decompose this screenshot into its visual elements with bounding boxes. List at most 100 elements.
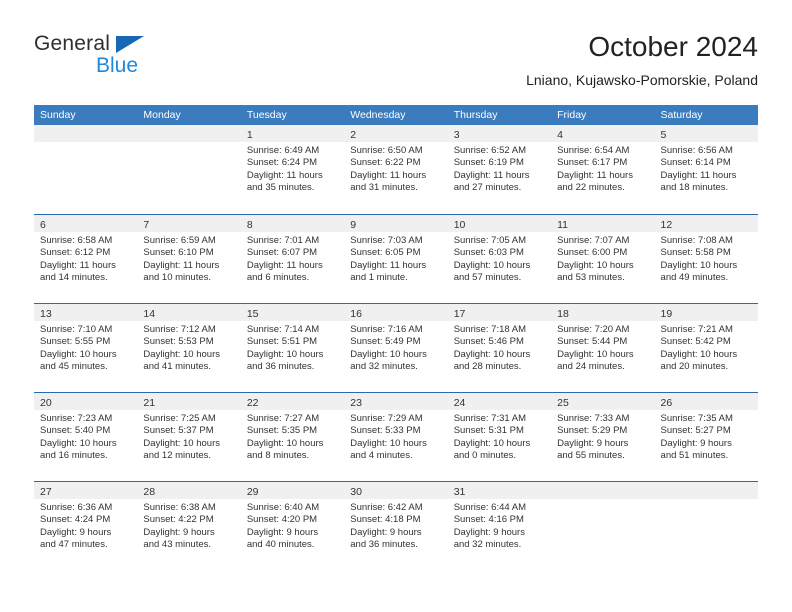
daylight-text-line1: Daylight: 10 hours: [453, 348, 531, 360]
calendar-day-cell[interactable]: 25 Sunrise: 7:33 AM Sunset: 5:29 PM Dayligh…: [551, 393, 655, 481]
daylight-text-line1: Daylight: 10 hours: [143, 437, 220, 449]
daylight-text-line1: Daylight: 10 hours: [40, 437, 117, 449]
day-number-band: 10: [447, 215, 552, 232]
day-number: 13: [40, 308, 52, 320]
day-number-band: 17: [447, 304, 552, 321]
calendar-day-cell[interactable]: 9 Sunrise: 7:03 AM Sunset: 6:05 PM Daylight…: [344, 215, 448, 303]
sunset-text: Sunset: 6:12 PM: [40, 247, 111, 259]
day-number-band: [551, 482, 655, 499]
calendar-day-cell[interactable]: 11 Sunrise: 7:07 AM Sunset: 6:00 PM Dayligh…: [551, 215, 655, 303]
day-number: 8: [246, 219, 253, 231]
sunrise-text: Sunrise: 6:44 AM: [453, 502, 527, 513]
day-sun-info: Sunrise: 7:12 AM Sunset: 5:53 PM Daylight:…: [137, 321, 240, 374]
page-header: General Blue October 2024 Lniano, Kujaws…: [34, 30, 758, 96]
calendar-day-cell[interactable]: 3 Sunrise: 6:52 AM Sunset: 6:19 PM Daylight…: [447, 125, 552, 214]
calendar-day-cell[interactable]: 5 Sunrise: 6:56 AM Sunset: 6:14 PM Daylight…: [654, 125, 758, 214]
calendar-day-cell[interactable]: 26 Sunrise: 7:35 AM Sunset: 5:27 PM Dayligh…: [654, 393, 758, 481]
daylight-text-line1: Daylight: 10 hours: [246, 437, 324, 449]
daylight-text-line1: Daylight: 10 hours: [246, 348, 324, 360]
calendar-week-row: 20 Sunrise: 7:23 AM Sunset: 5:40 PM Dayligh…: [34, 392, 758, 481]
daylight-text-line2: and 36 minutes.: [246, 361, 315, 373]
calendar-day-cell[interactable]: 6 Sunrise: 6:58 AM Sunset: 6:12 PM Daylight…: [34, 215, 138, 303]
calendar-day-cell[interactable]: 21 Sunrise: 7:25 AM Sunset: 5:37 PM Dayligh…: [137, 393, 241, 481]
day-number-band: 7: [137, 215, 241, 232]
day-sun-info: Sunrise: 6:58 AM Sunset: 6:12 PM Daylight:…: [34, 232, 137, 285]
day-number-band: 26: [654, 393, 758, 410]
calendar-day-cell[interactable]: 13 Sunrise: 7:10 AM Sunset: 5:55 PM Dayligh…: [34, 304, 138, 392]
daylight-text-line2: and 53 minutes.: [557, 272, 625, 284]
sunrise-text: Sunrise: 7:05 AM: [453, 235, 527, 246]
day-number-band: 4: [551, 125, 655, 142]
sunset-text: Sunset: 5:37 PM: [143, 425, 214, 437]
day-number-band: 15: [240, 304, 345, 321]
day-number-band: 8: [240, 215, 345, 232]
calendar-day-cell[interactable]: 2 Sunrise: 6:50 AM Sunset: 6:22 PM Daylight…: [344, 125, 448, 214]
daylight-text-line2: and 32 minutes.: [453, 539, 522, 551]
calendar-day-cell[interactable]: 24 Sunrise: 7:31 AM Sunset: 5:31 PM Dayligh…: [447, 393, 552, 481]
calendar-day-cell[interactable]: 31 Sunrise: 6:44 AM Sunset: 4:16 PM Dayligh…: [447, 482, 552, 570]
sunrise-text: Sunrise: 7:21 AM: [660, 324, 733, 335]
sunset-text: Sunset: 4:24 PM: [40, 514, 111, 526]
day-number: 26: [660, 397, 673, 409]
calendar-day-cell[interactable]: 22 Sunrise: 7:27 AM Sunset: 5:35 PM Dayligh…: [240, 393, 345, 481]
daylight-text-line2: and 55 minutes.: [557, 450, 625, 462]
day-sun-info: Sunrise: 7:01 AM Sunset: 6:07 PM Daylight:…: [241, 232, 344, 285]
day-sun-info: Sunrise: 7:35 AM Sunset: 5:27 PM Daylight:…: [655, 410, 758, 463]
sunset-text: Sunset: 5:55 PM: [40, 336, 111, 348]
calendar-day-cell[interactable]: 15 Sunrise: 7:14 AM Sunset: 5:51 PM Dayligh…: [240, 304, 345, 392]
day-number: 20: [40, 397, 52, 409]
calendar-day-cell[interactable]: 20 Sunrise: 7:23 AM Sunset: 5:40 PM Dayligh…: [34, 393, 138, 481]
daylight-text-line1: Daylight: 11 hours: [246, 169, 323, 181]
calendar-grid: Sunday Monday Tuesday Wednesday Thursday Frid…: [34, 105, 758, 570]
daylight-text-line1: Daylight: 11 hours: [660, 169, 737, 181]
calendar-day-cell[interactable]: 27 Sunrise: 6:36 AM Sunset: 4:24 PM Dayligh…: [34, 482, 138, 570]
day-sun-info: Sunrise: 6:56 AM Sunset: 6:14 PM Daylight:…: [655, 142, 758, 195]
calendar-day-cell-empty: [551, 482, 655, 570]
daylight-text-line2: and 49 minutes.: [660, 272, 729, 284]
day-sun-info: Sunrise: 6:36 AM Sunset: 4:24 PM Daylight:…: [34, 499, 137, 552]
general-blue-logo[interactable]: General Blue: [34, 32, 234, 92]
calendar-day-cell[interactable]: 18 Sunrise: 7:20 AM Sunset: 5:44 PM Dayligh…: [551, 304, 655, 392]
calendar-day-cell[interactable]: 17 Sunrise: 7:18 AM Sunset: 5:46 PM Dayligh…: [447, 304, 552, 392]
sunset-text: Sunset: 5:40 PM: [40, 425, 111, 437]
sunrise-text: Sunrise: 7:07 AM: [557, 235, 630, 246]
calendar-day-cell[interactable]: 4 Sunrise: 6:54 AM Sunset: 6:17 PM Daylight…: [551, 125, 655, 214]
sunrise-text: Sunrise: 7:33 AM: [557, 413, 630, 424]
calendar-day-cell[interactable]: 12 Sunrise: 7:08 AM Sunset: 5:58 PM Dayligh…: [654, 215, 758, 303]
calendar-day-cell[interactable]: 10 Sunrise: 7:05 AM Sunset: 6:03 PM Dayligh…: [447, 215, 552, 303]
calendar-day-cell[interactable]: 28 Sunrise: 6:38 AM Sunset: 4:22 PM Dayligh…: [137, 482, 241, 570]
calendar-day-cell[interactable]: 7 Sunrise: 6:59 AM Sunset: 6:10 PM Daylight…: [137, 215, 241, 303]
weekday-header-thursday: Thursday: [453, 109, 498, 121]
daylight-text-line2: and 27 minutes.: [453, 182, 522, 194]
sunset-text: Sunset: 5:53 PM: [143, 336, 214, 348]
day-number: 16: [350, 308, 362, 320]
day-number: 12: [660, 219, 673, 231]
daylight-text-line1: Daylight: 11 hours: [453, 169, 530, 181]
calendar-day-cell[interactable]: 23 Sunrise: 7:29 AM Sunset: 5:33 PM Dayligh…: [344, 393, 448, 481]
daylight-text-line2: and 45 minutes.: [40, 361, 108, 373]
day-sun-info: Sunrise: 7:10 AM Sunset: 5:55 PM Daylight:…: [34, 321, 137, 374]
calendar-day-cell[interactable]: 14 Sunrise: 7:12 AM Sunset: 5:53 PM Dayligh…: [137, 304, 241, 392]
sunset-text: Sunset: 5:33 PM: [350, 425, 421, 437]
sunrise-text: Sunrise: 7:10 AM: [40, 324, 113, 335]
calendar-day-cell[interactable]: 29 Sunrise: 6:40 AM Sunset: 4:20 PM Dayligh…: [240, 482, 345, 570]
calendar-day-cell[interactable]: 8 Sunrise: 7:01 AM Sunset: 6:07 PM Daylight…: [240, 215, 345, 303]
calendar-day-cell[interactable]: 1 Sunrise: 6:49 AM Sunset: 6:24 PM Daylight…: [240, 125, 345, 214]
day-number-band: 3: [447, 125, 552, 142]
daylight-text-line1: Daylight: 11 hours: [40, 259, 116, 271]
weekday-header-saturday: Saturday: [660, 109, 703, 121]
day-sun-info: Sunrise: 7:33 AM Sunset: 5:29 PM Daylight:…: [551, 410, 654, 463]
sunrise-text: Sunrise: 7:23 AM: [40, 413, 113, 424]
calendar-day-cell-empty: [34, 125, 138, 214]
sunset-text: Sunset: 5:29 PM: [557, 425, 628, 437]
calendar-week-row: 6 Sunrise: 6:58 AM Sunset: 6:12 PM Daylight…: [34, 214, 758, 303]
day-number-band: 9: [344, 215, 448, 232]
sunrise-text: Sunrise: 6:50 AM: [350, 145, 423, 156]
calendar-day-cell[interactable]: 19 Sunrise: 7:21 AM Sunset: 5:42 PM Dayligh…: [654, 304, 758, 392]
day-number-band: 19: [654, 304, 758, 321]
calendar-day-cell[interactable]: 16 Sunrise: 7:16 AM Sunset: 5:49 PM Dayligh…: [344, 304, 448, 392]
sunset-text: Sunset: 4:22 PM: [143, 514, 214, 526]
sunrise-text: Sunrise: 6:40 AM: [246, 502, 320, 513]
calendar-day-cell[interactable]: 30 Sunrise: 6:42 AM Sunset: 4:18 PM Dayligh…: [344, 482, 448, 570]
calendar-week-row: 13 Sunrise: 7:10 AM Sunset: 5:55 PM Dayligh…: [34, 303, 758, 392]
